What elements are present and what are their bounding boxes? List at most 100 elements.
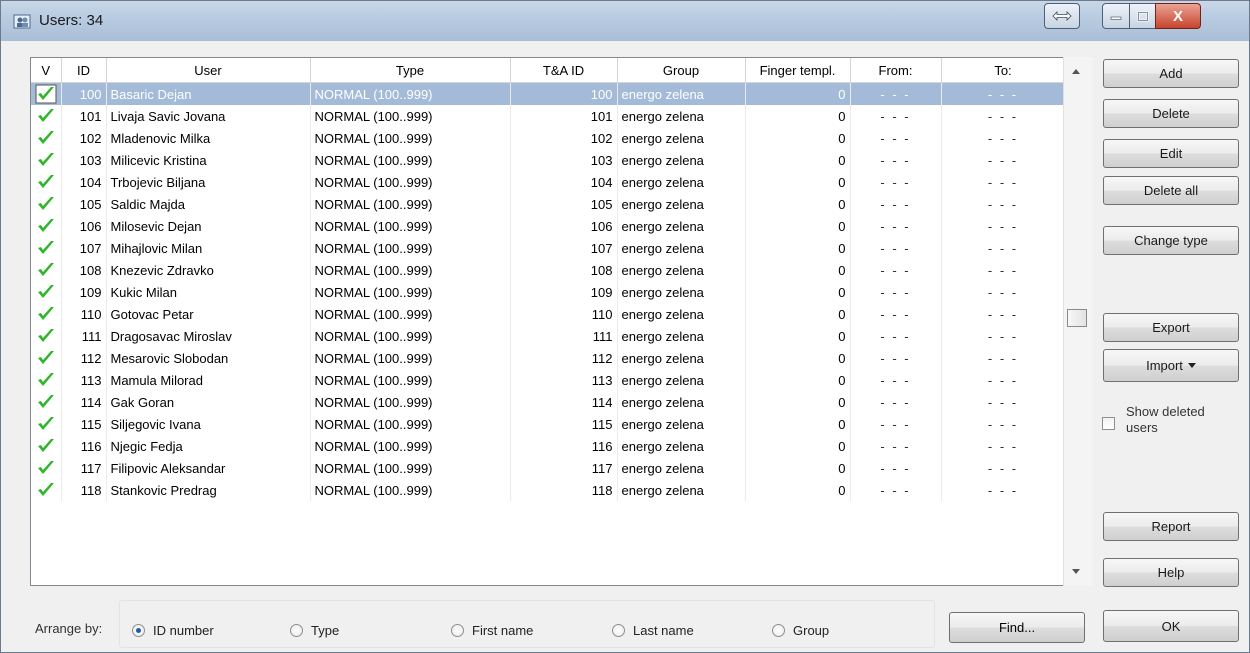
ok-button[interactable]: OK (1103, 610, 1239, 642)
delete-all-button[interactable]: Delete all (1103, 176, 1239, 205)
radio-label: Type (311, 623, 340, 638)
column-header-to[interactable]: To: (941, 58, 1066, 83)
table-row[interactable]: 107 Mihajlovic Milan NORMAL (100..999) 107 e… (31, 237, 1066, 259)
table-row[interactable]: 109 Kukic Milan NORMAL (100..999) 109 energo… (31, 281, 1066, 303)
show-deleted-checkbox[interactable]: Show deleted users (1102, 404, 1242, 448)
status-cell (31, 171, 62, 193)
ta-id-cell: 104 (510, 171, 618, 193)
finger-templ-cell: 0 (745, 435, 851, 457)
table-row[interactable]: 105 Saldic Majda NORMAL (100..999) 105 energ… (31, 193, 1066, 215)
status-cell (31, 149, 62, 171)
table-row[interactable]: 113 Mamula Milorad NORMAL (100..999) 113 ene… (31, 369, 1066, 391)
radio-dot[interactable] (290, 624, 303, 637)
table-row[interactable]: 112 Mesarovic Slobodan NORMAL (100..999) 11… (31, 347, 1066, 369)
status-cell (31, 391, 62, 413)
column-header-type[interactable]: Type (310, 58, 511, 83)
id-cell: 109 (61, 281, 107, 303)
table-row[interactable]: 115 Siljegovic Ivana NORMAL (100..999) 115 e… (31, 413, 1066, 435)
group-cell: energo zelena (617, 413, 746, 435)
radio-dot[interactable] (612, 624, 625, 637)
to-cell: - - - (941, 127, 1066, 149)
finger-templ-cell: 0 (745, 303, 851, 325)
vertical-scrollbar[interactable] (1063, 57, 1093, 586)
report-button[interactable]: Report (1103, 512, 1239, 541)
table-row[interactable]: 101 Livaja Savic Jovana NORMAL (100..999) 1… (31, 105, 1066, 127)
column-header-id[interactable]: ID (61, 58, 107, 83)
group-cell: energo zelena (617, 391, 746, 413)
ta-id-cell: 107 (510, 237, 618, 259)
table-row[interactable]: 116 Njegic Fedja NORMAL (100..999) 116 energ… (31, 435, 1066, 457)
status-cell (31, 457, 62, 479)
column-header-from[interactable]: From: (850, 58, 942, 83)
radio-last-name[interactable]: Last name (612, 623, 694, 638)
scroll-up-icon[interactable] (1072, 69, 1080, 74)
checkbox-box[interactable] (1102, 417, 1115, 430)
column-header-ta-id[interactable]: T&A ID (510, 58, 618, 83)
status-cell (31, 325, 62, 347)
type-cell: NORMAL (100..999) (310, 413, 511, 435)
radio-id-number[interactable]: ID number (132, 623, 214, 638)
to-cell: - - - (941, 215, 1066, 237)
finger-templ-cell: 0 (745, 391, 851, 413)
group-cell: energo zelena (617, 149, 746, 171)
status-cell (31, 303, 62, 325)
table-row[interactable]: 100 Basaric Dejan NORMAL (100..999) 100 ener… (31, 82, 1066, 105)
type-cell: NORMAL (100..999) (310, 237, 511, 259)
scroll-thumb[interactable] (1067, 309, 1087, 327)
radio-dot[interactable] (451, 624, 464, 637)
column-header-group[interactable]: Group (617, 58, 746, 83)
table-row[interactable]: 106 Milosevic Dejan NORMAL (100..999) 106 en… (31, 215, 1066, 237)
radio-group[interactable]: Group (772, 623, 829, 638)
radio-dot[interactable] (132, 624, 145, 637)
table-row[interactable]: 102 Mladenovic Milka NORMAL (100..999) 102 e… (31, 127, 1066, 149)
ta-id-cell: 108 (510, 259, 618, 281)
help-button[interactable]: Help (1103, 558, 1239, 587)
radio-first-name[interactable]: First name (451, 623, 533, 638)
green-checkmark-icon (37, 461, 54, 474)
group-cell: energo zelena (617, 303, 746, 325)
status-cell (31, 479, 62, 501)
group-cell: energo zelena (617, 171, 746, 193)
find-button[interactable]: Find... (949, 612, 1085, 643)
scroll-down-icon[interactable] (1072, 569, 1080, 574)
column-header-finger-templ[interactable]: Finger templ. (745, 58, 851, 83)
user-cell: Milicevic Kristina (106, 149, 311, 171)
title-bar[interactable]: Users: 34 X (1, 1, 1249, 41)
radio-type[interactable]: Type (290, 623, 339, 638)
table-row[interactable]: 110 Gotovac Petar NORMAL (100..999) 110 ener… (31, 303, 1066, 325)
add-button[interactable]: Add (1103, 59, 1239, 88)
import-button[interactable]: Import (1103, 349, 1239, 382)
table-row[interactable]: 108 Knezevic Zdravko NORMAL (100..999) 108 e… (31, 259, 1066, 281)
delete-button[interactable]: Delete (1103, 99, 1239, 128)
export-button[interactable]: Export (1103, 313, 1239, 342)
table-row[interactable]: 118 Stankovic Predrag NORMAL (100..999) 118… (31, 479, 1066, 501)
close-button[interactable]: X (1155, 3, 1201, 29)
from-cell: - - - (850, 303, 942, 325)
type-cell: NORMAL (100..999) (310, 347, 511, 369)
ta-id-cell: 113 (510, 369, 618, 391)
id-cell: 116 (61, 435, 107, 457)
finger-templ-cell: 0 (745, 479, 851, 501)
group-cell: energo zelena (617, 281, 746, 303)
green-checkmark-icon (37, 483, 54, 496)
status-cell (31, 237, 62, 259)
minimize-button[interactable] (1102, 3, 1130, 29)
to-cell: - - - (941, 457, 1066, 479)
edit-button[interactable]: Edit (1103, 139, 1239, 168)
maximize-button[interactable] (1129, 3, 1156, 29)
table-row[interactable]: 104 Trbojevic Biljana NORMAL (100..999) 104… (31, 171, 1066, 193)
column-header-user[interactable]: User (106, 58, 311, 83)
resize-button[interactable] (1044, 3, 1080, 29)
table-row[interactable]: 117 Filipovic Aleksandar NORMAL (100..999)… (31, 457, 1066, 479)
radio-dot[interactable] (772, 624, 785, 637)
ta-id-cell: 103 (510, 149, 618, 171)
change-type-button[interactable]: Change type (1103, 226, 1239, 255)
users-grid[interactable]: V ID User Type T&A ID Group Finger templ… (30, 57, 1093, 586)
column-header-v[interactable]: V (31, 58, 62, 83)
to-cell: - - - (941, 82, 1066, 105)
users-table: V ID User Type T&A ID Group Finger templ… (31, 58, 1066, 501)
table-row[interactable]: 114 Gak Goran NORMAL (100..999) 114 energo z… (31, 391, 1066, 413)
table-row[interactable]: 103 Milicevic Kristina NORMAL (100..999) 10… (31, 149, 1066, 171)
table-row[interactable]: 111 Dragosavac Miroslav NORMAL (100..999) 1… (31, 325, 1066, 347)
from-cell: - - - (850, 127, 942, 149)
